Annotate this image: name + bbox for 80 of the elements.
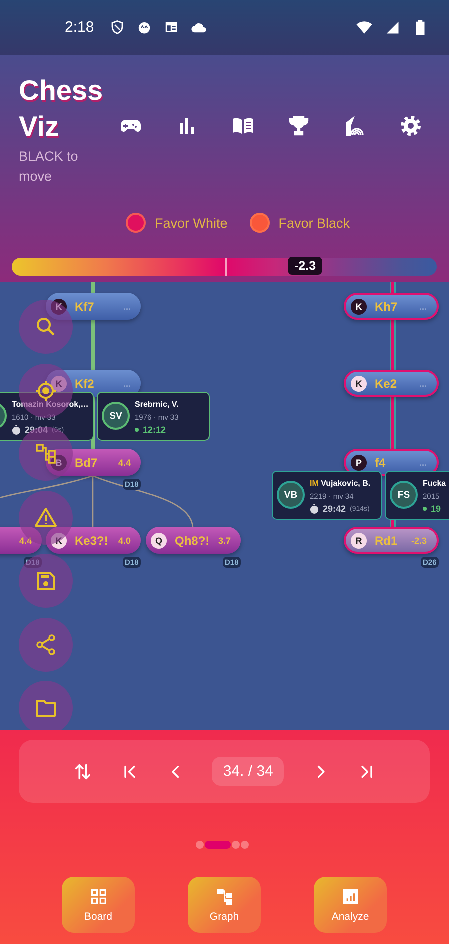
- page-dot[interactable]: [232, 841, 240, 849]
- home-signal-icon: [343, 114, 367, 138]
- eval-score: ...: [123, 378, 131, 388]
- grid-icon: [88, 887, 108, 907]
- avatar: VB: [277, 481, 305, 509]
- settings-icon: [399, 114, 423, 138]
- target-icon: [34, 378, 58, 402]
- eval-score: 4.0: [118, 536, 131, 546]
- piece-badge: R: [351, 532, 367, 548]
- move-label: Kf2: [75, 376, 94, 390]
- tree-button[interactable]: [19, 427, 73, 481]
- player-name: IM Vujakovic, B.: [310, 478, 371, 489]
- move-node[interactable]: 4.4: [0, 527, 42, 554]
- shield-icon: [110, 20, 126, 35]
- clock-time: 29:42: [323, 504, 346, 514]
- player-name: Fucka: [423, 478, 446, 489]
- wifi-icon: [356, 19, 373, 36]
- eval-score: 4.4: [118, 458, 131, 468]
- clock-time: 12:12: [143, 425, 166, 435]
- page-dot[interactable]: [196, 841, 204, 849]
- move-label: Kh7: [375, 300, 398, 314]
- move-node[interactable]: Q Qh8?! 3.7: [146, 527, 241, 554]
- tree-icon: [34, 442, 58, 466]
- avatar: SV: [102, 402, 130, 430]
- mode-button[interactable]: Board: [62, 877, 135, 933]
- move-label: Kf7: [75, 300, 94, 314]
- save-button[interactable]: [19, 554, 73, 608]
- clock-time: 19: [431, 504, 442, 514]
- chart-icon: [340, 887, 360, 907]
- avatar: FS: [390, 481, 418, 509]
- settings-button[interactable]: [399, 114, 423, 138]
- eval-score: ...: [123, 302, 131, 312]
- eval-score: ...: [419, 458, 427, 468]
- move-label: Ke2: [375, 376, 398, 390]
- swap-arrows-icon: [72, 762, 93, 782]
- app-title: Chess Viz: [19, 74, 104, 144]
- home-signal-button[interactable]: [343, 114, 367, 138]
- move-node[interactable]: K Kf7 ...: [46, 293, 141, 320]
- share-icon: [34, 632, 58, 656]
- eval-score: 3.7: [218, 536, 231, 546]
- move-label: Ke3?!: [75, 534, 108, 548]
- eval-reading: -2.3: [288, 257, 322, 275]
- status-time: 2:18: [65, 19, 94, 36]
- move-label: f4: [375, 456, 386, 470]
- legend-label: Favor White: [154, 216, 228, 230]
- move-node[interactable]: K Ke2 ...: [344, 370, 439, 397]
- move-counter: 34. / 34: [212, 757, 284, 786]
- piece-badge: K: [51, 376, 67, 392]
- mode-button[interactable]: Graph: [188, 877, 261, 933]
- move-node[interactable]: K Kh7 ...: [344, 293, 439, 320]
- calendar-icon: [164, 20, 180, 35]
- player-name: Srebrnic, V.: [135, 399, 179, 410]
- warning-button[interactable]: [19, 490, 73, 544]
- piece-badge: K: [351, 376, 367, 392]
- page-dot[interactable]: [241, 841, 249, 849]
- piece-badge: Q: [151, 532, 167, 548]
- flip-button[interactable]: [72, 762, 93, 782]
- move-node[interactable]: R Rd1 -2.3: [344, 527, 439, 554]
- eval-score: ...: [419, 302, 427, 312]
- save-icon: [34, 569, 58, 593]
- piece-badge: K: [51, 298, 67, 314]
- eval-score: 4.4: [19, 536, 32, 546]
- warning-icon: [34, 506, 58, 530]
- cat-icon: [137, 20, 152, 35]
- piece-badge: P: [351, 454, 367, 470]
- search-button[interactable]: [19, 300, 73, 354]
- trophy-button[interactable]: [287, 114, 311, 138]
- piece-badge: K: [351, 298, 367, 314]
- eval-score: ...: [419, 378, 427, 388]
- trophy-icon: [287, 114, 311, 138]
- move-label: Bd7: [75, 456, 98, 470]
- legend-label: Favor Black: [278, 216, 350, 230]
- mode-button[interactable]: Analyze: [314, 877, 387, 933]
- move-node[interactable]: B Bd7 4.4: [46, 449, 141, 476]
- eval-score: -2.3: [411, 536, 427, 546]
- move-label: Qh8?!: [175, 534, 210, 548]
- move-label: Rd1: [375, 534, 398, 548]
- tree-icon: [214, 887, 234, 907]
- turn-status: BLACK to move: [19, 148, 80, 186]
- signal-icon: [385, 20, 400, 35]
